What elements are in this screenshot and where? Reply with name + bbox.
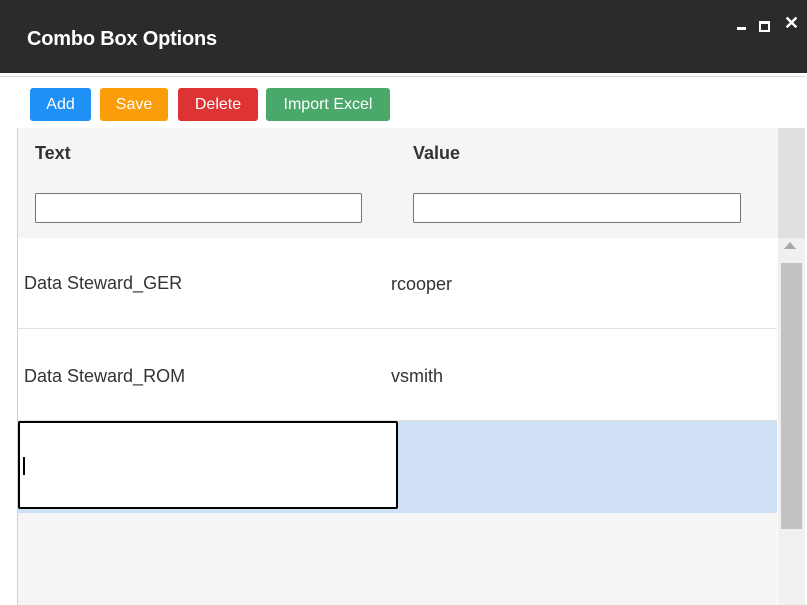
title-bar[interactable]: Combo Box Options ✕ — [0, 0, 807, 73]
maximize-icon[interactable] — [759, 21, 770, 32]
save-button[interactable]: Save — [100, 88, 168, 121]
dialog-title: Combo Box Options — [27, 28, 217, 50]
close-icon[interactable]: ✕ — [784, 14, 799, 32]
scroll-up-arrow-icon[interactable] — [784, 242, 796, 249]
column-header-text[interactable]: Text — [35, 143, 71, 164]
row-text-cell[interactable]: Data Steward_ROM — [24, 366, 185, 387]
column-header-value[interactable]: Value — [413, 143, 460, 164]
text-caret — [23, 457, 25, 475]
toolbar-divider — [0, 76, 805, 77]
add-button[interactable]: Add — [30, 88, 91, 121]
new-row-text-input[interactable] — [18, 421, 398, 509]
scrollbar-thumb[interactable] — [781, 263, 802, 529]
row-value-cell[interactable]: rcooper — [391, 274, 452, 295]
import-excel-button[interactable]: Import Excel — [266, 88, 390, 121]
value-filter-input[interactable] — [413, 193, 741, 223]
delete-button[interactable]: Delete — [178, 88, 258, 121]
minimize-icon[interactable] — [737, 18, 749, 32]
scrollbar-header-gutter — [778, 128, 805, 238]
grid-empty-area — [18, 513, 777, 605]
text-filter-input[interactable] — [35, 193, 362, 223]
row-value-cell[interactable]: vsmith — [391, 366, 443, 387]
row-text-cell[interactable]: Data Steward_GER — [24, 273, 182, 294]
combo-box-options-dialog: Combo Box Options ✕ Add Save Delete Impo… — [0, 0, 807, 605]
